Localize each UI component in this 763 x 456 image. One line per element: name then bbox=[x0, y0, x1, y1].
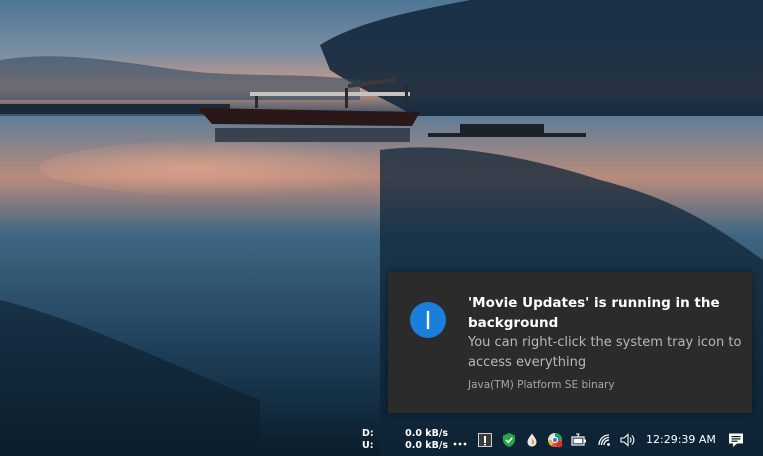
action-center-icon[interactable] bbox=[728, 432, 744, 448]
info-icon bbox=[410, 302, 446, 338]
download-speed: 0.0 kB/s bbox=[405, 428, 448, 439]
upload-label: U: bbox=[362, 440, 374, 451]
browser-icon[interactable] bbox=[547, 432, 563, 448]
drop-icon[interactable] bbox=[524, 432, 540, 448]
battery-icon[interactable] bbox=[571, 432, 587, 448]
taskbar-clock[interactable]: 12:29:39 AM bbox=[646, 433, 716, 447]
network-speed-values[interactable]: 0.0 kB/s 0.0 kB/s bbox=[390, 428, 448, 452]
network-speed-labels: D: U: bbox=[362, 428, 378, 452]
notification-title: 'Movie Updates' is running in the backgr… bbox=[468, 295, 720, 331]
java-tray-icon[interactable] bbox=[477, 432, 493, 448]
volume-icon[interactable] bbox=[619, 432, 635, 448]
security-shield-icon[interactable] bbox=[501, 432, 517, 448]
toast-notification[interactable]: 'Movie Updates' is running in the backgr… bbox=[388, 272, 752, 413]
show-hidden-icons-button[interactable] bbox=[452, 436, 468, 446]
notification-body: You can right-click the system tray icon… bbox=[468, 335, 742, 370]
notification-source: Java(TM) Platform SE binary bbox=[468, 379, 615, 391]
wifi-icon[interactable] bbox=[596, 432, 612, 448]
download-label: D: bbox=[362, 428, 374, 439]
upload-speed: 0.0 kB/s bbox=[405, 440, 448, 451]
